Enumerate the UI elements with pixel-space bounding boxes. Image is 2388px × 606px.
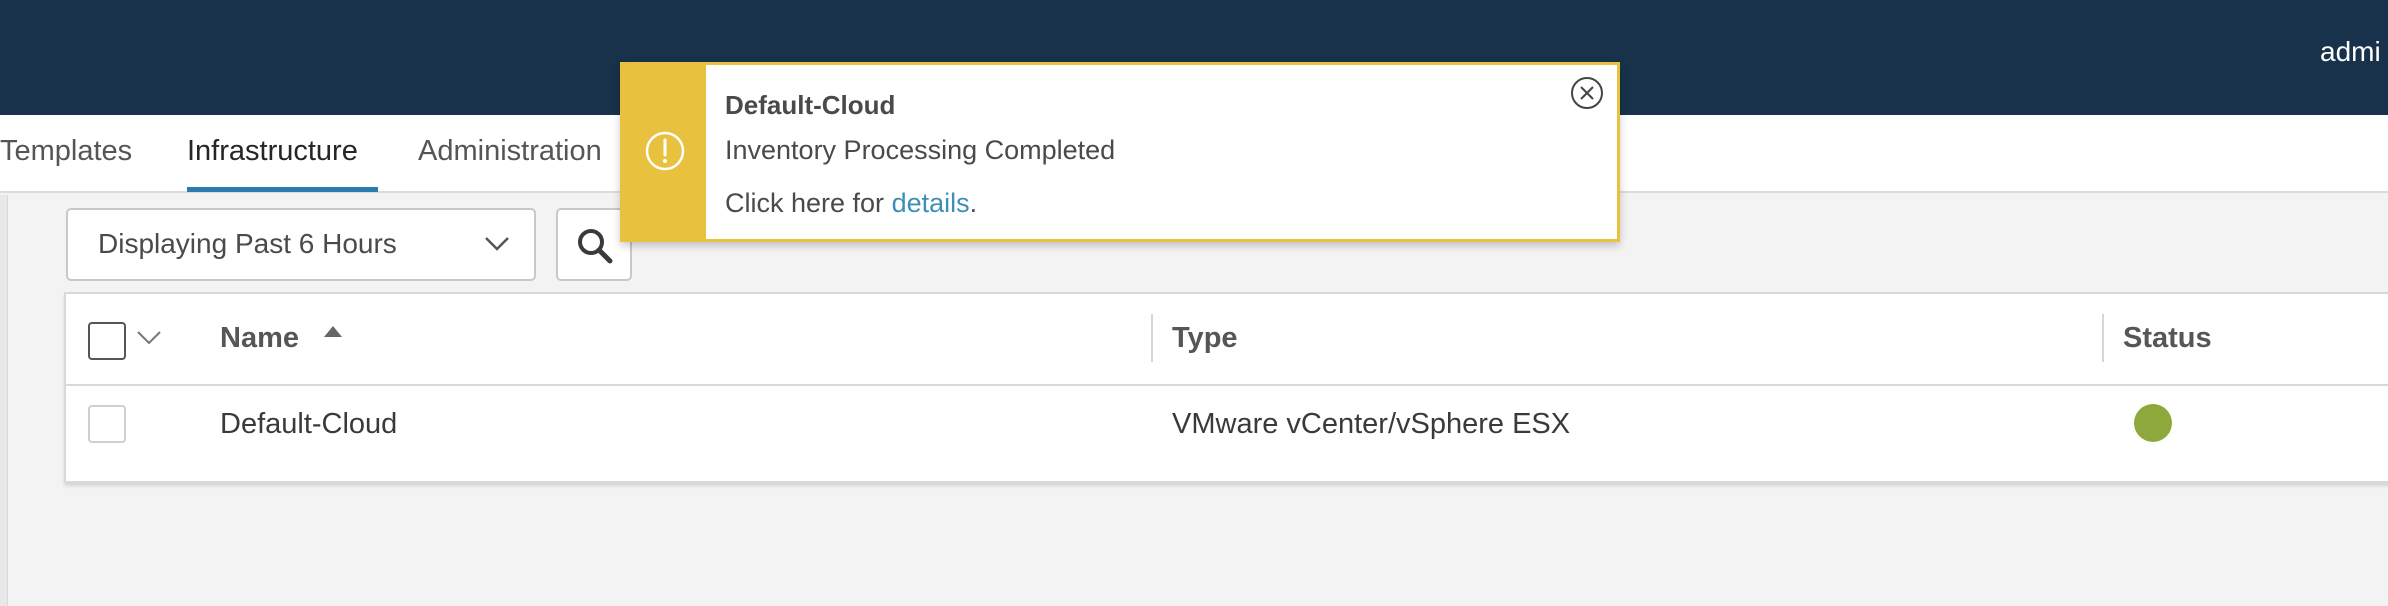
user-menu[interactable]: admi: [2320, 36, 2381, 68]
column-divider[interactable]: [1151, 314, 1153, 362]
tab-administration[interactable]: Administration: [418, 135, 602, 168]
close-icon[interactable]: [1569, 75, 1605, 111]
notification-severity-band: [623, 65, 706, 239]
notification-details: Click here for details.: [725, 188, 977, 219]
column-header-status[interactable]: Status: [2123, 322, 2212, 355]
details-prefix: Click here for: [725, 188, 892, 218]
exclamation-circle-icon: [645, 131, 685, 171]
sort-ascending-icon[interactable]: [324, 326, 342, 337]
status-indicator: [2134, 404, 2172, 442]
table-row[interactable]: Default-Cloud VMware vCenter/vSphere ESX: [66, 386, 2388, 481]
left-sidebar-edge: [0, 195, 8, 606]
column-header-type[interactable]: Type: [1172, 322, 1238, 355]
select-all-checkbox[interactable]: [88, 322, 126, 360]
time-range-select[interactable]: Displaying Past 6 Hours: [66, 208, 536, 281]
chevron-down-icon[interactable]: [134, 322, 164, 352]
notification-toast: Default-Cloud Inventory Processing Compl…: [620, 62, 1620, 242]
clouds-table: Name Type Status Default-Cloud VMware vC…: [64, 292, 2388, 483]
cell-type: VMware vCenter/vSphere ESX: [1172, 408, 1571, 440]
column-header-name[interactable]: Name: [220, 322, 299, 355]
time-range-value: Displaying Past 6 Hours: [98, 228, 397, 259]
details-link[interactable]: details: [892, 188, 970, 218]
notification-title: Default-Cloud: [725, 90, 896, 120]
table-header: Name Type Status: [66, 294, 2388, 386]
tab-templates[interactable]: Templates: [0, 135, 132, 168]
cell-name[interactable]: Default-Cloud: [220, 408, 397, 441]
active-tab-indicator: [187, 187, 378, 192]
notification-message: Inventory Processing Completed: [725, 135, 1116, 165]
column-divider[interactable]: [2102, 314, 2104, 362]
details-suffix: .: [969, 188, 978, 218]
chevron-down-icon: [485, 237, 509, 251]
tab-infrastructure[interactable]: Infrastructure: [187, 135, 358, 168]
search-icon: [578, 229, 613, 264]
row-checkbox[interactable]: [88, 405, 126, 443]
